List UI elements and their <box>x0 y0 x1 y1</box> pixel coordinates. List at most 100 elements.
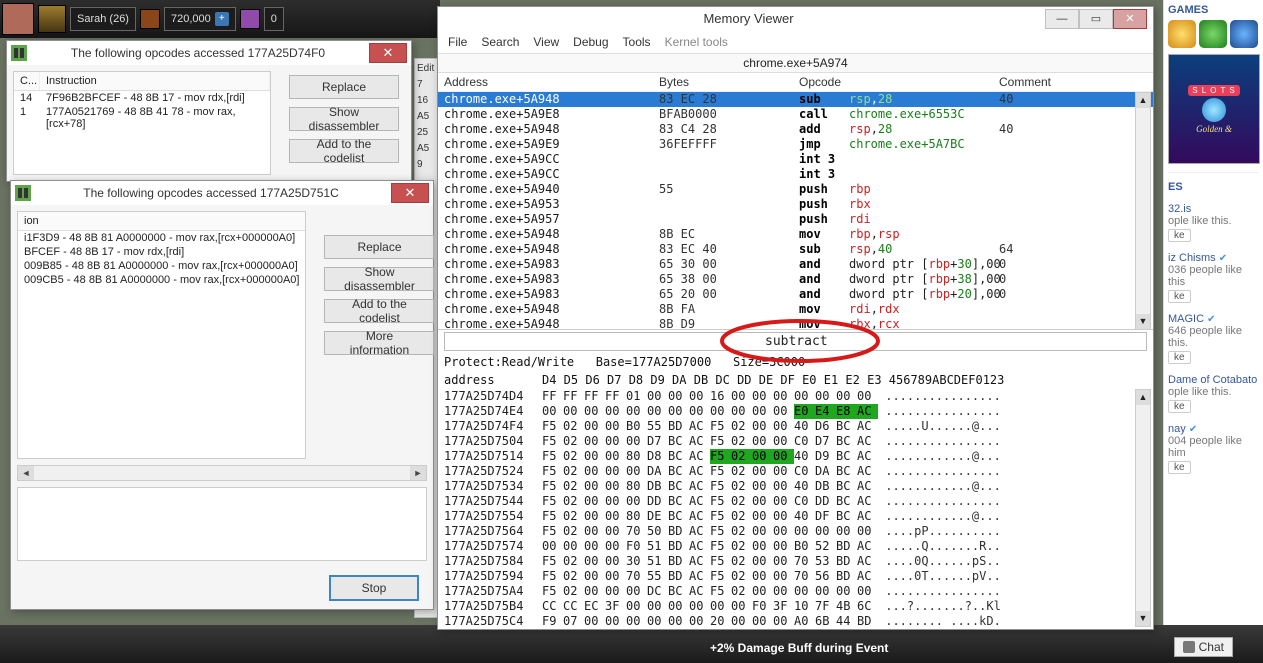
titlebar-1[interactable]: The following opcodes accessed 177A25D74… <box>7 41 411 65</box>
stop-button[interactable]: Stop <box>329 575 419 601</box>
context-address[interactable]: chrome.exe+5A974 <box>438 54 1153 73</box>
col-bytes[interactable]: Bytes <box>659 75 799 89</box>
maximize-button[interactable]: ▭ <box>1079 9 1113 29</box>
replace-button-1[interactable]: Replace <box>289 75 399 99</box>
game-tile-3[interactable] <box>1230 20 1258 48</box>
minimize-button[interactable]: — <box>1045 9 1079 29</box>
hex-row[interactable]: 177A25D75C4F90700000000000020000000A06B4… <box>444 614 1147 629</box>
list-item[interactable]: BFCEF - 48 8B 17 - mov rdx,[rdi] <box>18 245 305 259</box>
titlebar-2[interactable]: The following opcodes accessed 177A25D75… <box>11 181 433 205</box>
menu-tools[interactable]: Tools <box>623 35 651 49</box>
scroll-down-icon[interactable]: ▼ <box>1136 314 1150 329</box>
close-button-mv[interactable]: ✕ <box>1113 9 1147 29</box>
menu-kernel-tools[interactable]: Kernel tools <box>665 35 728 49</box>
table-row[interactable]: 147F96B2BFCEF - 48 8B 17 - mov rdx,[rdi] <box>14 91 270 105</box>
col-comment[interactable]: Comment <box>999 75 1153 89</box>
col-instruction[interactable]: Instruction <box>40 72 270 90</box>
slot-ad[interactable]: S L O T S Golden & <box>1168 54 1260 164</box>
show-disassembler-button-2[interactable]: Show disassembler <box>324 267 434 291</box>
hex-dump-panel[interactable]: 177A25D74D4FFFFFFFF010000001600000000000… <box>438 389 1153 629</box>
menu-search[interactable]: Search <box>481 35 519 49</box>
page-suggestion[interactable]: Dame of Cotabatoople like this.ke <box>1168 374 1259 413</box>
table-row[interactable]: 1177A0521769 - 48 8B 41 78 - mov rax,[rc… <box>14 105 270 131</box>
menu-debug[interactable]: Debug <box>573 35 608 49</box>
like-button[interactable]: ke <box>1168 461 1191 474</box>
page-suggestion[interactable]: MAGIC ✔646 people like this.ke <box>1168 313 1259 364</box>
hex-scrollbar[interactable]: ▲ ▼ <box>1135 389 1151 627</box>
menu-file[interactable]: File <box>448 35 467 49</box>
disasm-row[interactable]: chrome.exe+5A9488B D9movrbx,rcx <box>438 317 1153 330</box>
list-item[interactable]: i1F3D9 - 48 8B 81 A0000000 - mov rax,[rc… <box>18 231 305 245</box>
hex-row[interactable]: 177A25D7514F502000080D8BCACF502000040D9B… <box>444 449 1147 464</box>
col-header-2[interactable]: ion <box>18 212 305 231</box>
scroll-down-icon[interactable]: ▼ <box>1136 611 1150 626</box>
hex-row[interactable]: 177A25D757400000000F051BDACF5020000B052B… <box>444 539 1147 554</box>
hex-row[interactable]: 177A25D75A4F502000000DCBCACF502000000000… <box>444 584 1147 599</box>
scroll-up-icon[interactable]: ▲ <box>1136 390 1150 405</box>
disasm-row[interactable]: chrome.exe+5A9488B FAmovrdi,rdx <box>438 302 1153 317</box>
like-button[interactable]: ke <box>1168 351 1191 364</box>
hex-row[interactable]: 177A25D7564F50200007050BDACF502000000000… <box>444 524 1147 539</box>
col-opcode[interactable]: Opcode <box>799 75 849 89</box>
hex-row[interactable]: 177A25D7524F502000000DABCACF5020000C0DAB… <box>444 464 1147 479</box>
disasm-row[interactable]: chrome.exe+5A94883 C4 28addrsp,2840 <box>438 122 1153 137</box>
hex-row[interactable]: 177A25D7554F502000080DEBCACF502000040DFB… <box>444 509 1147 524</box>
disasm-row[interactable]: chrome.exe+5A94883 EC 28subrsp,2840 <box>438 92 1153 107</box>
disasm-row[interactable]: chrome.exe+5A953pushrbx <box>438 197 1153 212</box>
scroll-left-icon[interactable]: ◄ <box>18 466 34 480</box>
titlebar-mv[interactable]: Memory Viewer — ▭ ✕ <box>438 7 1153 31</box>
disasm-row[interactable]: chrome.exe+5A957pushrdi <box>438 212 1153 227</box>
disasm-row[interactable]: chrome.exe+5A98365 20 00anddword ptr [rb… <box>438 287 1153 302</box>
list-item[interactable]: 009CB5 - 48 8B 81 A0000000 - mov rax,[rc… <box>18 273 305 287</box>
page-suggestion[interactable]: iz Chisms ✔036 people like thiske <box>1168 252 1259 303</box>
col-address[interactable]: Address <box>444 75 659 89</box>
scroll-right-icon[interactable]: ► <box>410 466 426 480</box>
chat-button[interactable]: Chat <box>1174 637 1233 657</box>
page-suggestion[interactable]: nay ✔004 people like himke <box>1168 423 1259 474</box>
hex-row[interactable]: 177A25D7544F502000000DDBCACF5020000C0DDB… <box>444 494 1147 509</box>
hex-row[interactable]: 177A25D7584F50200003051BDACF50200007053B… <box>444 554 1147 569</box>
avatar[interactable] <box>2 3 34 35</box>
disasm-row[interactable]: chrome.exe+5A98365 38 00anddword ptr [rb… <box>438 272 1153 287</box>
assemble-input[interactable]: subtract <box>444 332 1147 351</box>
disasm-row[interactable]: chrome.exe+5A94883 EC 40subrsp,4064 <box>438 242 1153 257</box>
hex-row[interactable]: 177A25D7534F502000080DBBCACF502000040DBB… <box>444 479 1147 494</box>
horizontal-scrollbar[interactable]: ◄ ► <box>17 465 427 481</box>
like-button[interactable]: ke <box>1168 290 1191 303</box>
disasm-row[interactable]: chrome.exe+5A9E936FEFFFFjmpchrome.exe+5A… <box>438 137 1153 152</box>
col-count[interactable]: C... <box>14 72 40 90</box>
menu-view[interactable]: View <box>533 35 559 49</box>
close-button-1[interactable]: ✕ <box>369 43 407 63</box>
hex-row[interactable]: 177A25D75B4CCCCEC3F000000000000F03F107F4… <box>444 599 1147 614</box>
like-button[interactable]: ke <box>1168 229 1191 242</box>
close-button-2[interactable]: ✕ <box>391 183 429 203</box>
game-tile-2[interactable] <box>1199 20 1227 48</box>
add-codelist-button-2[interactable]: Add to the codelist <box>324 299 434 323</box>
hex-row[interactable]: 177A25D7504F502000000D7BCACF5020000C0D7B… <box>444 434 1147 449</box>
disasm-row[interactable]: chrome.exe+5A9E8BFAB0000callchrome.exe+6… <box>438 107 1153 122</box>
replace-button-2[interactable]: Replace <box>324 235 434 259</box>
scroll-up-icon[interactable]: ▲ <box>1136 93 1150 108</box>
hex-row[interactable]: 177A25D74D4FFFFFFFF010000001600000000000… <box>444 389 1147 404</box>
disasm-row[interactable]: chrome.exe+5A98365 30 00anddword ptr [rb… <box>438 257 1153 272</box>
list-item[interactable]: 009B85 - 48 8B 81 A0000000 - mov rax,[rc… <box>18 259 305 273</box>
disasm-row[interactable]: chrome.exe+5A9CCint 3 <box>438 152 1153 167</box>
disasm-scrollbar[interactable]: ▲ ▼ <box>1135 92 1151 330</box>
more-information-button[interactable]: More information <box>324 331 434 355</box>
player-name-box[interactable]: Sarah (26) <box>70 7 136 31</box>
disassembly-panel[interactable]: chrome.exe+5A94883 EC 28subrsp,2840chrom… <box>438 92 1153 330</box>
disasm-row[interactable]: chrome.exe+5A94055pushrbp <box>438 182 1153 197</box>
show-disassembler-button-1[interactable]: Show disassembler <box>289 107 399 131</box>
page-suggestion[interactable]: 32.isople like this.ke <box>1168 203 1259 242</box>
like-button[interactable]: ke <box>1168 400 1191 413</box>
hex-row[interactable]: 177A25D74E4000000000000000000000000E0E4E… <box>444 404 1147 419</box>
add-codelist-button-1[interactable]: Add to the codelist <box>289 139 399 163</box>
opcode-table-1[interactable]: C... Instruction 147F96B2BFCEF - 48 8B 1… <box>13 71 271 175</box>
disasm-row[interactable]: chrome.exe+5A9488B ECmovrbp,rsp <box>438 227 1153 242</box>
game-tile-1[interactable] <box>1168 20 1196 48</box>
opcode-list-2[interactable]: ion i1F3D9 - 48 8B 81 A0000000 - mov rax… <box>17 211 306 459</box>
disasm-row[interactable]: chrome.exe+5A9CCint 3 <box>438 167 1153 182</box>
hex-row[interactable]: 177A25D7594F50200007055BDACF50200007056B… <box>444 569 1147 584</box>
add-resource1-button[interactable]: + <box>215 12 229 26</box>
hex-row[interactable]: 177A25D74F4F5020000B055BDACF502000040D6B… <box>444 419 1147 434</box>
